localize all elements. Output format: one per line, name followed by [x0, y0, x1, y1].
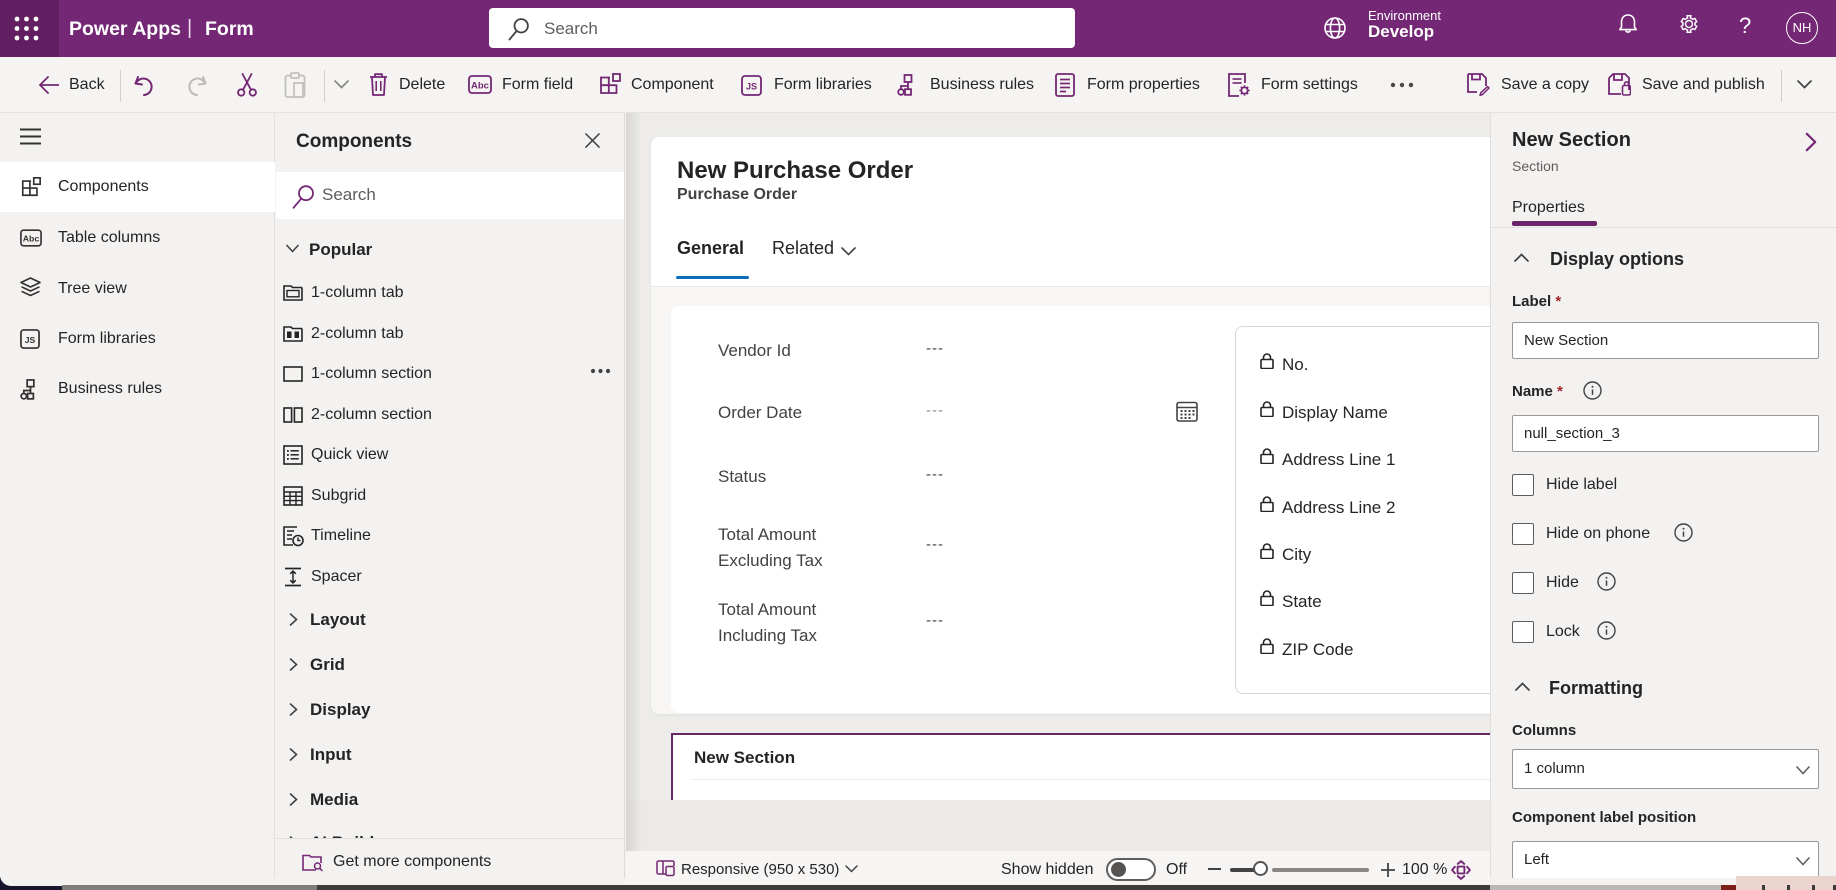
svg-text:JS: JS: [25, 335, 36, 345]
svg-text:Abc: Abc: [23, 234, 40, 244]
svg-text:JS: JS: [746, 82, 757, 92]
svg-text:Abc: Abc: [471, 81, 489, 92]
